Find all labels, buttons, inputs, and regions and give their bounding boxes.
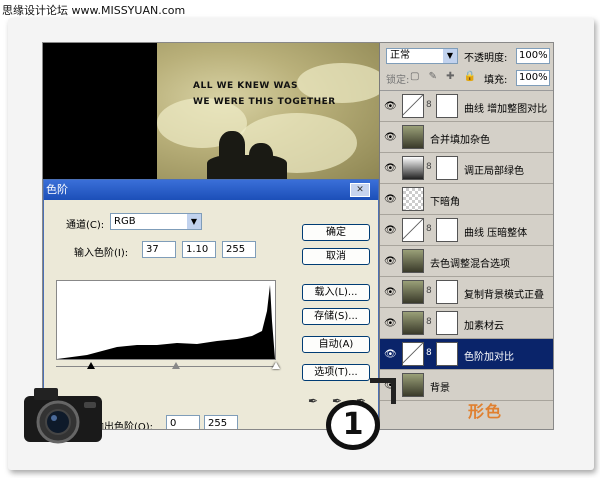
gamma-slider[interactable]	[172, 362, 180, 369]
save-button[interactable]: 存储(S)...	[302, 308, 370, 325]
layer-name: 背景	[430, 383, 450, 394]
photo-thumb	[402, 373, 424, 397]
eye-icon[interactable]: 👁	[384, 287, 397, 298]
layer-name: 去色调整混合选项	[430, 259, 510, 270]
load-button[interactable]: 载入(L)...	[302, 284, 370, 301]
layer-mask-thumb[interactable]	[436, 280, 458, 304]
layer-name: 复制背景模式正叠	[464, 290, 544, 301]
eye-icon[interactable]: 👁	[384, 225, 397, 236]
layer-row[interactable]: 👁 背景	[380, 370, 553, 401]
link-icon[interactable]: 8	[426, 100, 432, 110]
layer-name: 曲线 增加整图对比	[464, 104, 548, 115]
photo-thumb	[402, 249, 424, 273]
layer-name: 曲线 压暗整体	[464, 228, 528, 239]
eye-icon[interactable]: 👁	[384, 101, 397, 112]
fill-label: 填充:	[484, 75, 508, 86]
camera-icon	[24, 388, 102, 444]
step-number-badge: 1	[326, 400, 380, 450]
eye-icon[interactable]: 👁	[384, 194, 397, 205]
link-icon[interactable]: 8	[426, 224, 432, 234]
transparent-thumb	[402, 187, 424, 211]
layer-row[interactable]: 👁 去色调整混合选项	[380, 246, 553, 277]
white-point-slider[interactable]	[272, 362, 280, 369]
layer-row[interactable]: 👁 8 调正局部绿色	[380, 153, 553, 184]
layer-mask-thumb[interactable]	[436, 156, 458, 180]
input-level-gamma[interactable]: 1.10	[182, 241, 216, 258]
histogram-graph	[57, 285, 275, 359]
levels-icon	[402, 342, 424, 366]
curves-icon	[402, 218, 424, 242]
layer-row[interactable]: 👁 8 加素材云	[380, 308, 553, 339]
cancel-button[interactable]: 取消	[302, 248, 370, 265]
logo-text: 形色	[468, 402, 503, 421]
close-icon[interactable]: ✕	[350, 183, 370, 197]
layer-name: 色阶加对比	[464, 352, 514, 363]
eye-icon[interactable]: 👁	[384, 318, 397, 329]
layer-name: 调正局部绿色	[464, 166, 524, 177]
photo-canvas: ALL WE KNEW WAS WE WERE THIS TOGETHER	[157, 43, 379, 183]
layer-row[interactable]: 👁 8 曲线 压暗整体	[380, 215, 553, 246]
layer-row[interactable]: 👁 8 复制背景模式正叠	[380, 277, 553, 308]
input-level-white[interactable]: 255	[222, 241, 256, 258]
photo-thumb	[402, 280, 424, 304]
auto-button[interactable]: 自动(A)	[302, 336, 370, 353]
curves-icon	[402, 94, 424, 118]
layer-mask-thumb[interactable]	[436, 342, 458, 366]
lock-label: 锁定:	[386, 75, 410, 86]
photo-text-line-1: ALL WE KNEW WAS	[193, 81, 298, 91]
channel-value: RGB	[114, 216, 136, 227]
eye-icon[interactable]: 👁	[384, 163, 397, 174]
layer-row[interactable]: 👁 8 色阶加对比	[380, 339, 553, 370]
link-icon[interactable]: 8	[426, 348, 432, 358]
blend-mode-select[interactable]: 正常 ▼	[386, 48, 458, 64]
photoshop-screenshot: ALL WE KNEW WAS WE WERE THIS TOGETHER 正常…	[42, 42, 554, 430]
chevron-down-icon: ▼	[187, 214, 201, 229]
layer-mask-thumb[interactable]	[436, 218, 458, 242]
blend-mode-value: 正常	[390, 50, 410, 61]
layer-name: 加素材云	[464, 321, 504, 332]
chevron-down-icon: ▼	[443, 49, 457, 63]
lock-icons[interactable]: ▢ ✎ ✚ 🔒	[410, 71, 479, 82]
layers-panel-header: 正常 ▼ 不透明度: 100% 锁定: ▢ ✎ ✚ 🔒 填充: 100%	[380, 43, 553, 91]
opacity-label: 不透明度:	[464, 53, 508, 64]
levels-dialog-title: 色阶 ✕	[44, 180, 378, 200]
layer-row[interactable]: 👁 合并填加杂色	[380, 122, 553, 153]
eye-icon[interactable]: 👁	[384, 132, 397, 143]
layer-row[interactable]: 👁 下暗角	[380, 184, 553, 215]
photo-thumb	[402, 125, 424, 149]
gradient-thumb	[402, 156, 424, 180]
layer-row[interactable]: 👁 8 曲线 增加整图对比	[380, 91, 553, 122]
layer-name: 合并填加杂色	[430, 135, 490, 146]
dialog-title-text: 色阶	[46, 183, 68, 196]
black-eyedropper-icon[interactable]: ✒	[308, 394, 318, 408]
link-icon[interactable]: 8	[426, 162, 432, 172]
canvas-black-area	[43, 43, 157, 183]
channel-label: 通道(C):	[66, 220, 105, 231]
channel-select[interactable]: RGB ▼	[110, 213, 202, 230]
fill-input[interactable]: 100%	[516, 70, 550, 86]
eye-icon[interactable]: 👁	[384, 256, 397, 267]
link-icon[interactable]: 8	[426, 317, 432, 327]
eye-icon[interactable]: 👁	[384, 349, 397, 360]
arrow-icon	[370, 378, 396, 404]
photo-text-line-2: WE WERE THIS TOGETHER	[193, 97, 336, 107]
options-button[interactable]: 选项(T)...	[302, 364, 370, 381]
opacity-input[interactable]: 100%	[516, 48, 550, 64]
ok-button[interactable]: 确定	[302, 224, 370, 241]
link-icon[interactable]: 8	[426, 286, 432, 296]
black-point-slider[interactable]	[87, 362, 95, 369]
photo-thumb	[402, 311, 424, 335]
layers-panel: 正常 ▼ 不透明度: 100% 锁定: ▢ ✎ ✚ 🔒 填充: 100% 👁 8 曲…	[379, 43, 553, 429]
layer-mask-thumb[interactable]	[436, 311, 458, 335]
layer-name: 下暗角	[430, 197, 460, 208]
watermark: 思缘设计论坛 www.MISSYUAN.com	[2, 4, 186, 17]
layer-mask-thumb[interactable]	[436, 94, 458, 118]
output-level-white[interactable]: 255	[204, 415, 238, 429]
output-level-black[interactable]: 0	[166, 415, 200, 429]
input-level-black[interactable]: 37	[142, 241, 176, 258]
input-levels-label: 输入色阶(I):	[74, 248, 129, 259]
histogram	[56, 280, 276, 360]
